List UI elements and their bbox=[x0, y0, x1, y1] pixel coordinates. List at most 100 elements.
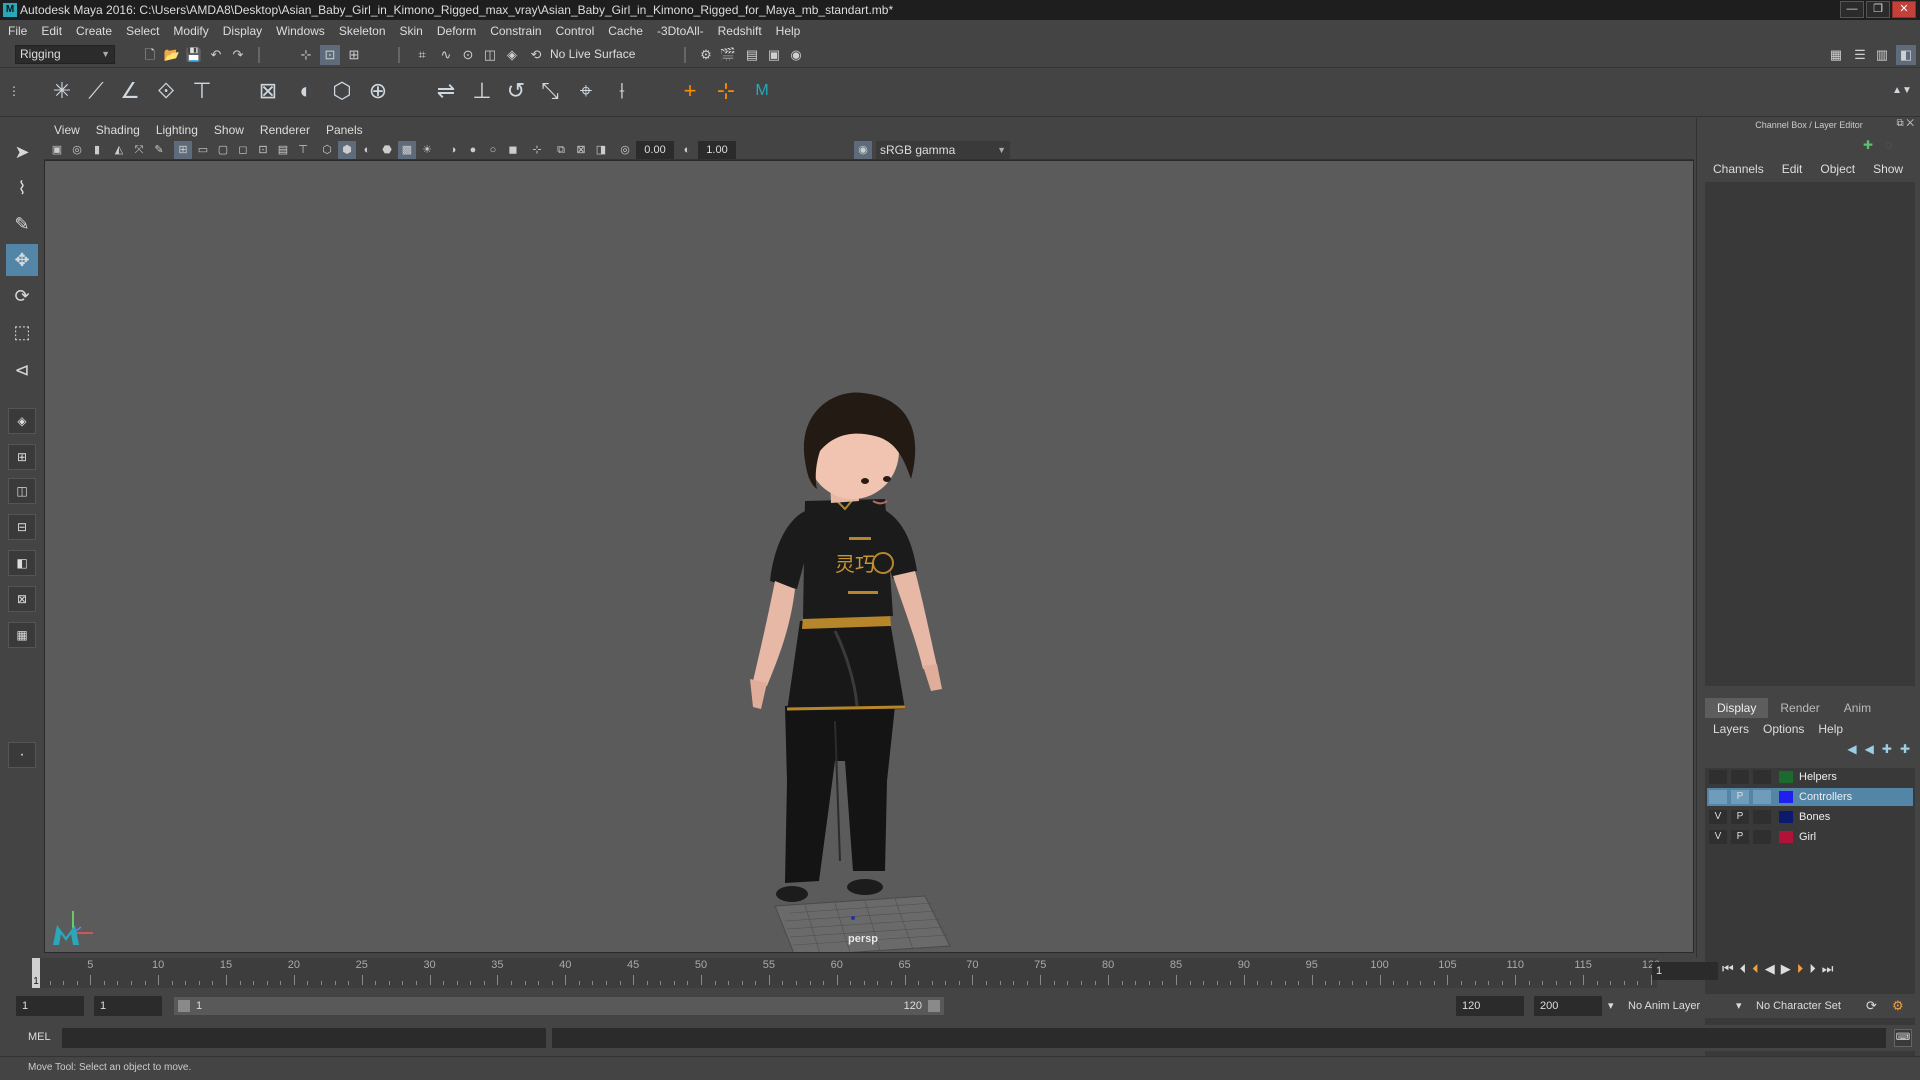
cb-menu-channels[interactable]: Channels bbox=[1713, 162, 1764, 176]
parent-constraint-icon[interactable]: ⇌ bbox=[430, 75, 462, 107]
aim-constraint-icon[interactable]: ⌖ bbox=[570, 75, 602, 107]
cb-menu-edit[interactable]: Edit bbox=[1782, 162, 1803, 176]
lattice-icon[interactable]: ⬡ bbox=[326, 75, 358, 107]
layer-row-girl[interactable]: V P Girl bbox=[1707, 828, 1913, 846]
shelf-options-icon[interactable]: ⋮ bbox=[8, 75, 20, 107]
persp-uv-layout-icon[interactable]: ▦ bbox=[8, 622, 36, 648]
menu-skeleton[interactable]: Skeleton bbox=[339, 24, 386, 38]
paint-weights-icon[interactable]: ◐ bbox=[290, 75, 322, 107]
create-empty-layer-icon[interactable]: ✚ bbox=[1882, 742, 1892, 756]
move-tool-icon[interactable]: ✥ bbox=[6, 244, 38, 276]
playback-start-field[interactable]: 1 bbox=[94, 996, 162, 1016]
channel-box-manipulator-icon[interactable]: ✚ bbox=[1863, 138, 1873, 152]
xray-icon[interactable]: ⧉ bbox=[552, 141, 570, 159]
close-button[interactable]: ✕ bbox=[1892, 1, 1916, 18]
menu-skin[interactable]: Skin bbox=[400, 24, 423, 38]
menu-cache[interactable]: Cache bbox=[608, 24, 643, 38]
four-view-layout-icon[interactable]: ⊞ bbox=[8, 444, 36, 470]
view-transform-dropdown[interactable]: sRGB gamma ▼ bbox=[876, 141, 1010, 159]
move-layer-down-icon[interactable]: ◀ bbox=[1865, 742, 1874, 756]
menu-control[interactable]: Control bbox=[556, 24, 595, 38]
layer-color-swatch[interactable] bbox=[1779, 791, 1793, 803]
animation-preferences-icon[interactable]: ⚙ bbox=[1892, 996, 1904, 1016]
time-slider[interactable]: 5 10 15 20 25 30 35 40 45 50 55 60 65 70 75 80 85 90 95 100… bbox=[24, 958, 1664, 988]
panel-menu-lighting[interactable]: Lighting bbox=[156, 123, 198, 137]
animation-start-field[interactable]: 1 bbox=[16, 996, 84, 1016]
tool-settings-icon[interactable]: ▥ bbox=[1872, 45, 1892, 65]
snap-point-icon[interactable]: ⊙ bbox=[458, 45, 478, 65]
go-to-start-icon[interactable]: ⏮ bbox=[1722, 961, 1734, 981]
layer-menu-layers[interactable]: Layers bbox=[1713, 722, 1749, 736]
current-time-marker[interactable]: 1 bbox=[32, 958, 40, 988]
attribute-editor-icon[interactable]: ☰ bbox=[1850, 45, 1870, 65]
move-layer-up-icon[interactable]: ◀ bbox=[1847, 742, 1856, 756]
render-view-icon[interactable]: ▣ bbox=[764, 45, 784, 65]
play-forwards-icon[interactable]: ▶ bbox=[1781, 961, 1791, 981]
step-back-key-icon[interactable]: ⏴ bbox=[1752, 961, 1759, 981]
menu-windows[interactable]: Windows bbox=[276, 24, 325, 38]
quick-rig-icon[interactable]: ⊤ bbox=[186, 75, 218, 107]
menu-edit[interactable]: Edit bbox=[41, 24, 62, 38]
layer-row-bones[interactable]: V P Bones bbox=[1707, 808, 1913, 826]
minimize-button[interactable]: — bbox=[1840, 1, 1864, 18]
render-frame-icon[interactable]: 🎬 bbox=[718, 45, 738, 65]
panel-menu-panels[interactable]: Panels bbox=[326, 123, 363, 137]
command-input[interactable] bbox=[62, 1028, 546, 1048]
layer-color-swatch[interactable] bbox=[1779, 771, 1793, 783]
xray-components-icon[interactable]: ◨ bbox=[592, 141, 610, 159]
shelf-scroll-icon[interactable]: ▲▼ bbox=[1892, 75, 1912, 107]
bind-skin-icon[interactable]: ⊠ bbox=[252, 75, 284, 107]
outliner-persp-layout-icon[interactable]: ⊠ bbox=[8, 586, 36, 612]
safe-title-icon[interactable]: ⊤ bbox=[294, 141, 312, 159]
cb-menu-object[interactable]: Object bbox=[1820, 162, 1855, 176]
range-end-handle[interactable] bbox=[928, 1000, 940, 1012]
gamma-field[interactable]: 1.00 bbox=[698, 141, 736, 159]
menu-redshift[interactable]: Redshift bbox=[718, 24, 762, 38]
wireframe-icon[interactable]: ⬡ bbox=[318, 141, 336, 159]
script-language-label[interactable]: MEL bbox=[28, 1031, 51, 1043]
layer-row-helpers[interactable]: Helpers bbox=[1707, 768, 1913, 786]
channel-box-option-icon[interactable]: ◌ bbox=[1885, 138, 1892, 152]
shadows-icon[interactable]: ◑ bbox=[444, 141, 462, 159]
tab-render[interactable]: Render bbox=[1768, 698, 1831, 718]
layer-display-type-toggle[interactable] bbox=[1753, 790, 1771, 804]
layer-visibility-toggle[interactable]: V bbox=[1709, 810, 1727, 824]
tab-display[interactable]: Display bbox=[1705, 698, 1769, 718]
time-slider-track[interactable]: 5 10 15 20 25 30 35 40 45 50 55 60 65 70 75 80 85 90 95 100… bbox=[32, 958, 1660, 988]
anim-layer-options-icon[interactable]: ▾ bbox=[1736, 996, 1742, 1016]
gamma-icon[interactable]: ◐ bbox=[678, 141, 696, 159]
lasso-tool-icon[interactable]: ⌇ bbox=[6, 172, 38, 204]
animation-end-field[interactable]: 200 bbox=[1534, 996, 1602, 1016]
use-all-lights-icon[interactable]: ☀ bbox=[418, 141, 436, 159]
panel-menu-shading[interactable]: Shading bbox=[96, 123, 140, 137]
paint-select-tool-icon[interactable]: ✎ bbox=[6, 208, 38, 240]
layer-display-type-toggle[interactable] bbox=[1753, 830, 1771, 844]
grid-icon[interactable]: ⊞ bbox=[174, 141, 192, 159]
grease-pencil-icon[interactable]: ✎ bbox=[150, 141, 168, 159]
panel-menu-show[interactable]: Show bbox=[214, 123, 244, 137]
close-panel-icon[interactable]: ✕ bbox=[1906, 118, 1914, 129]
layer-display-type-toggle[interactable] bbox=[1753, 810, 1771, 824]
persp-graph-layout-icon[interactable]: ⊟ bbox=[8, 514, 36, 540]
layer-menu-help[interactable]: Help bbox=[1818, 722, 1843, 736]
range-start-handle[interactable] bbox=[178, 1000, 190, 1012]
layer-color-swatch[interactable] bbox=[1779, 811, 1793, 823]
persp-outliner-layout-icon[interactable]: ◫ bbox=[8, 478, 36, 504]
float-panel-icon[interactable]: ⧉ bbox=[1896, 118, 1903, 129]
exposure-field[interactable]: 0.00 bbox=[636, 141, 674, 159]
select-tool-icon[interactable]: ➤ bbox=[6, 136, 38, 168]
camera-attributes-icon[interactable]: ◎ bbox=[68, 141, 86, 159]
snap-grid-icon[interactable]: ⌗ bbox=[412, 45, 432, 65]
joint-tool-icon[interactable]: ✳ bbox=[46, 75, 78, 107]
undo-icon[interactable]: ↶ bbox=[206, 45, 226, 65]
locator-bend-icon[interactable]: ⊹ bbox=[710, 75, 742, 107]
anti-aliasing-icon[interactable]: ◼ bbox=[504, 141, 522, 159]
step-back-frame-icon[interactable]: ⏴ bbox=[1740, 961, 1747, 981]
layer-visibility-toggle[interactable] bbox=[1709, 770, 1727, 784]
menu-select[interactable]: Select bbox=[126, 24, 159, 38]
character-model[interactable]: 灵巧 bbox=[750, 392, 942, 902]
save-scene-icon[interactable]: 💾 bbox=[184, 45, 204, 65]
resolution-gate-icon[interactable]: ▢ bbox=[214, 141, 232, 159]
character-set-dropdown[interactable]: No Character Set bbox=[1756, 996, 1868, 1016]
layer-color-swatch[interactable] bbox=[1779, 831, 1793, 843]
